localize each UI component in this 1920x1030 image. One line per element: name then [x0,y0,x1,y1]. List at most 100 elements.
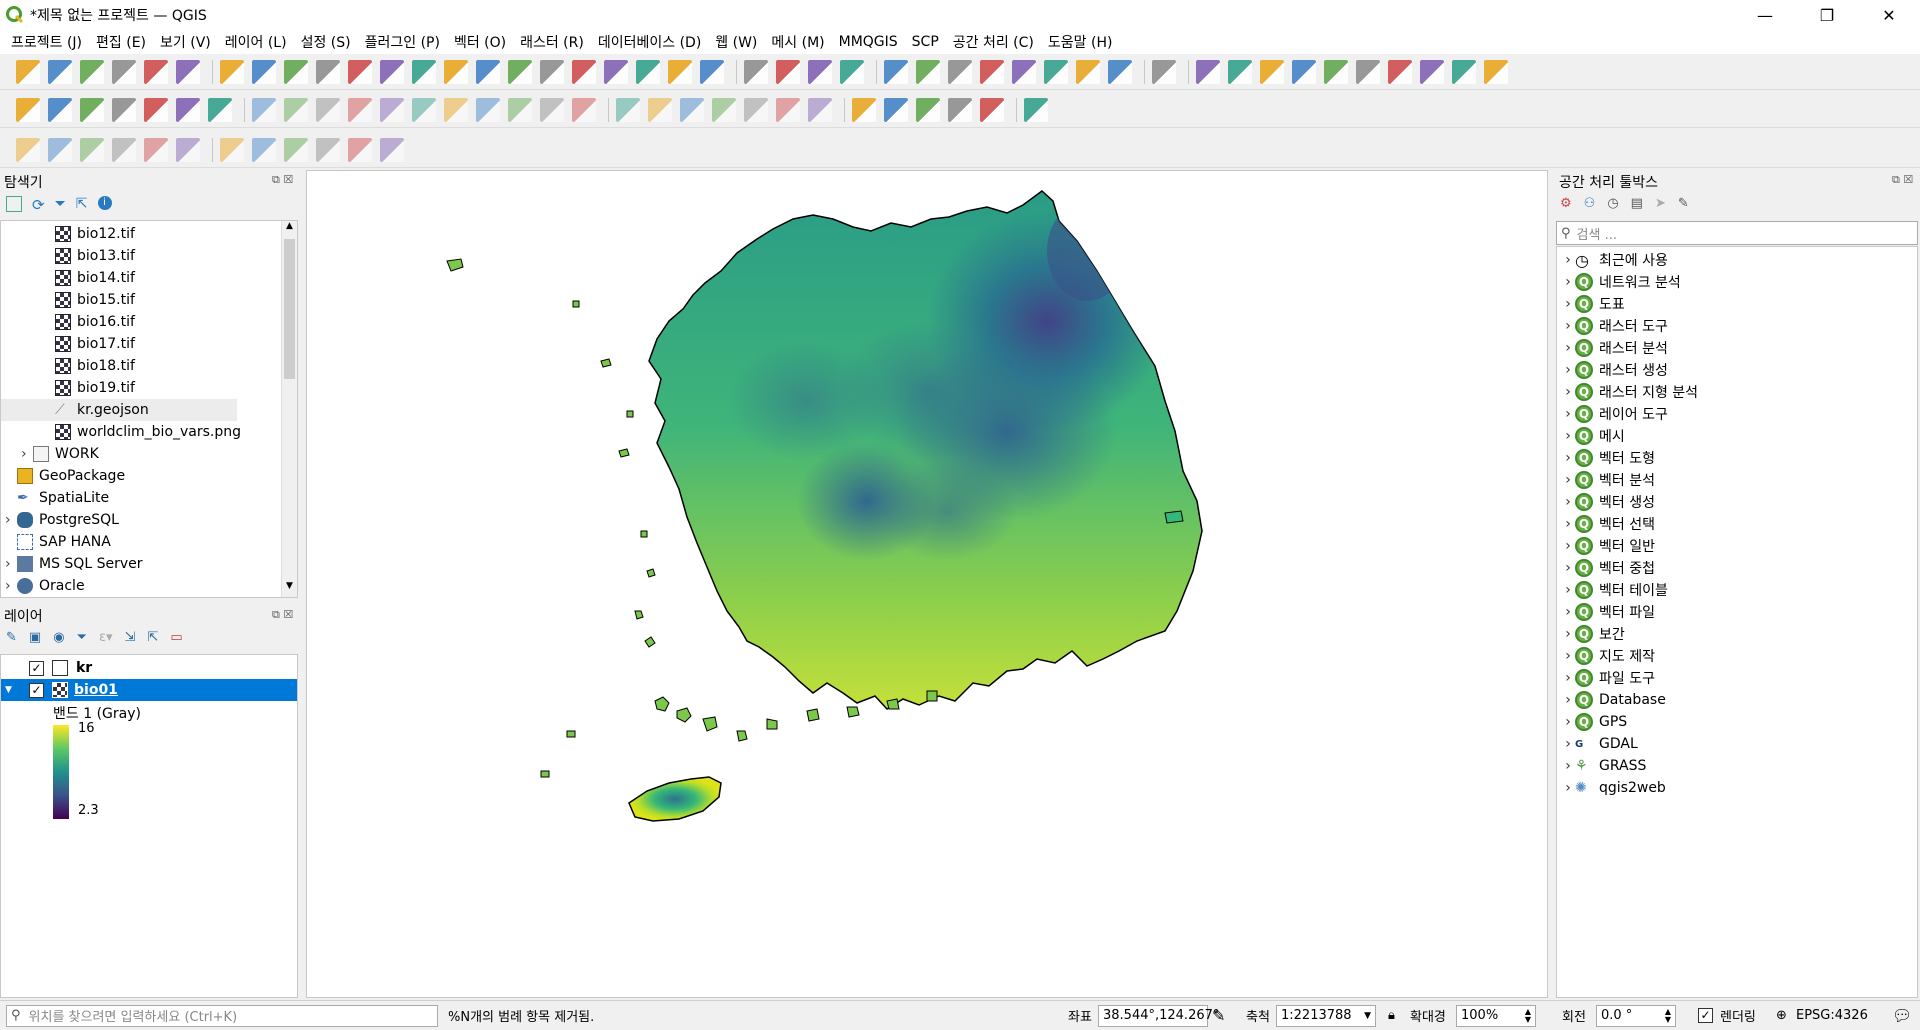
measure-icon[interactable] [1044,60,1068,84]
menu-item[interactable]: SCP [905,34,946,50]
style-manager-icon[interactable] [176,60,200,84]
expand-arrow-icon[interactable]: › [1561,582,1575,598]
digitize-rect-icon[interactable] [112,138,136,162]
browser-item[interactable]: bio12.tif [1,223,135,245]
lock-icon[interactable]: 🔒︎ [1388,1008,1395,1023]
processing-group[interactable]: › Q 파일 도구 [1557,667,1655,689]
processing-search-input[interactable]: ⚲ 검색 ... [1556,221,1918,245]
expand-arrow-icon[interactable]: › [1561,560,1575,576]
zoom-selection-icon[interactable] [380,60,404,84]
label-change-icon[interactable] [776,98,800,122]
browser-item[interactable]: bio14.tif [1,267,135,289]
options-icon[interactable]: ✎ [1678,196,1689,211]
add-selected-icon[interactable] [6,196,22,212]
expand-arrow-icon[interactable]: › [1561,648,1575,664]
plugin-icon[interactable] [852,98,876,122]
scripts-icon[interactable]: ⚇ [1584,196,1596,211]
add-raster-icon[interactable] [176,98,200,122]
bookmark-flag-icon[interactable] [380,138,404,162]
pan-to-selection-icon[interactable] [252,60,276,84]
processing-group[interactable]: › Q 벡터 파일 [1557,601,1655,623]
menu-item[interactable]: 메시 (M) [764,32,831,52]
processing-group[interactable]: › Q 래스터 지형 분석 [1557,381,1698,403]
zoom-in-icon[interactable] [284,60,308,84]
collapse-all-icon[interactable]: ⇱ [76,196,88,214]
browser-scrollbar[interactable]: ▲ ▼ [281,221,297,597]
attribute-table-icon[interactable] [840,60,864,84]
coordinate-field[interactable]: 38.544°,124.267° [1098,1004,1219,1027]
vertex-tool-icon[interactable] [380,98,404,122]
field-calculator-icon[interactable] [916,60,940,84]
scroll-thumb[interactable] [284,239,295,379]
sun-icon[interactable] [1324,60,1348,84]
annotation-icon[interactable] [1108,60,1132,84]
browser-item[interactable]: › Oracle [1,575,85,597]
browser-item[interactable]: bio17.tif [1,333,135,355]
processing-dock-buttons[interactable]: ⧉ ☒ [1892,173,1913,187]
locator-search-input[interactable]: ⚲ 위치를 찾으려면 입력하세요 (Ctrl+K) [6,1004,438,1027]
processing-group[interactable]: › Q 래스터 도구 [1557,315,1668,337]
toggle-extents-icon[interactable]: ✎ [1212,1006,1225,1025]
digitize-polygon-icon[interactable] [80,138,104,162]
statistics-icon[interactable] [980,60,1004,84]
expand-arrow-icon[interactable]: › [1561,758,1575,774]
processing-group[interactable]: › Q 레이어 도구 [1557,403,1668,425]
layer-row-bio01[interactable]: ▼ ✓ bio01 [1,679,297,701]
cut-icon[interactable] [444,98,468,122]
expand-arrow-icon[interactable]: › [1561,252,1575,268]
data-source-manager-icon[interactable] [16,98,40,122]
browser-item[interactable]: › MS SQL Server [1,553,142,575]
chart-icon[interactable] [1260,60,1284,84]
save-edits-icon[interactable] [316,98,340,122]
label-icon[interactable] [616,98,640,122]
zoom-layer-icon[interactable] [412,60,436,84]
python-icon[interactable] [884,98,908,122]
menu-item[interactable]: 레이어 (L) [218,32,294,52]
vertex-add-icon[interactable] [176,138,200,162]
expand-arrow-icon[interactable]: › [1561,472,1575,488]
processing-group[interactable]: › Q GPS [1557,711,1627,733]
browser-item[interactable]: bio16.tif [1,311,135,333]
browser-item[interactable]: bio19.tif [1,377,135,399]
processing-group[interactable]: › Q 래스터 분석 [1557,337,1668,359]
layers-icon[interactable] [916,98,940,122]
toggle-edit-icon[interactable] [284,98,308,122]
zoom-native-icon[interactable] [444,60,468,84]
style-icon[interactable]: ✎ [6,630,17,645]
history-icon[interactable]: ◷ [1607,196,1618,211]
georeferencer-icon[interactable] [220,138,244,162]
digitize-icon[interactable] [112,98,136,122]
menu-item[interactable]: 플러그인 (P) [358,32,447,52]
expand-arrow-icon[interactable]: › [5,578,17,594]
save-as-icon[interactable] [112,60,136,84]
add-feature-icon[interactable] [348,98,372,122]
new-geopackage-icon[interactable] [48,98,72,122]
gps-icon[interactable] [284,138,308,162]
info-icon[interactable]: i [97,196,112,210]
add-group-icon[interactable]: ▣ [29,630,41,645]
korea-raster-map[interactable] [307,171,1548,998]
menu-item[interactable]: 래스터 (R) [513,32,591,52]
browser-item[interactable]: SAP HANA [1,531,111,553]
expand-arrow-icon[interactable]: › [1561,406,1575,422]
new-project-icon[interactable] [16,60,40,84]
processing-group[interactable]: › Q 벡터 선택 [1557,513,1655,535]
browser-item[interactable]: bio15.tif [1,289,135,311]
chart-icon[interactable] [1196,60,1220,84]
bookmark-icon[interactable] [604,60,628,84]
butterfly-icon[interactable] [980,98,1004,122]
grid-icon[interactable] [948,98,972,122]
sun-icon[interactable] [1356,60,1380,84]
processing-group[interactable]: › Q 보간 [1557,623,1625,645]
collapse-all-icon[interactable]: ⇱ [147,630,158,645]
filter-icon[interactable]: ⏷ [55,196,66,214]
expand-arrow-icon[interactable]: › [1561,516,1575,532]
zoom-full-icon[interactable] [348,60,372,84]
label-move-icon[interactable] [712,98,736,122]
layers-dock-buttons[interactable]: ⧉ ☒ [272,608,293,622]
delete-icon[interactable] [412,98,436,122]
edit-pencil-icon[interactable] [252,98,276,122]
expand-arrow-icon[interactable]: › [1561,714,1575,730]
processing-group[interactable]: › Q Database [1557,689,1666,711]
rotation-spinbox[interactable]: 0.0 ° ▲ ▼ [1596,1004,1676,1027]
